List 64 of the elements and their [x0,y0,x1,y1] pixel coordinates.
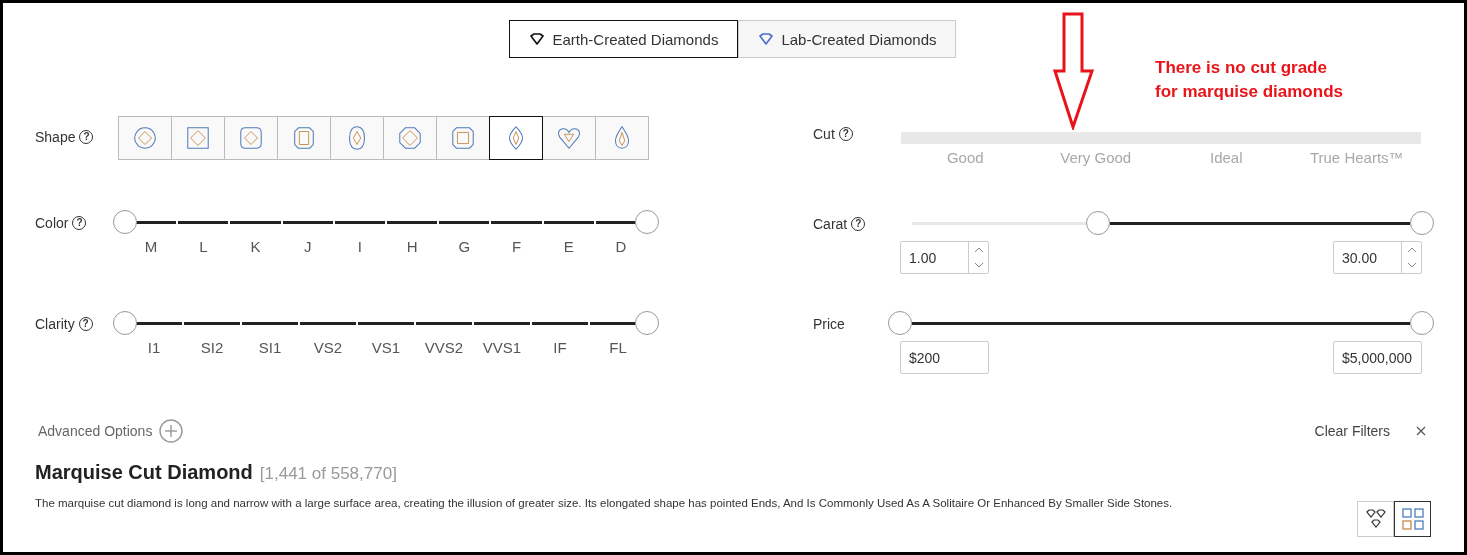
grade-label: SI2 [199,339,225,357]
slider-thumb[interactable] [113,210,137,234]
annotation-text: There is no cut grade for marquise diamonds [1155,57,1343,103]
results-description: The marquise cut diamond is long and narrow with a large surface area, creating the illusion of greater size. Its elongated shape has pointed Ends, And Is Commonly Used As A Solitaire Or Enhanced By Smaller Side Stones. [35,497,1173,509]
grade-label: True Hearts™ [1308,149,1405,167]
advanced-options-link[interactable]: Advanced Options [38,423,153,439]
grade-label: Very Good [1059,149,1133,167]
number-field[interactable]: 1.00 [900,241,989,274]
grade-label: M [143,238,159,256]
source-tab[interactable]: Lab-Created Diamonds [738,20,956,58]
grade-label: VS2 [312,339,344,357]
filter-label: Cut [813,126,835,142]
slider-thumb[interactable] [1086,211,1111,235]
number-field[interactable]: $200 [900,341,989,374]
grade-label: G [457,238,472,256]
slider-thumb[interactable] [635,210,659,234]
grade-label: H [405,238,419,256]
filter-label: Shape [35,129,76,145]
slider-thumb[interactable] [888,311,912,335]
results-count: [1,441 of 558,770] [259,464,397,484]
view-toggle[interactable] [1394,501,1431,537]
number-field[interactable]: 30.00 [1333,241,1422,274]
filter-label: Carat [813,216,848,232]
square-gem-icon [185,125,211,151]
slider-thumb[interactable] [113,311,137,335]
grade-label: IF [552,339,568,357]
octagon-gem-icon [397,125,423,151]
radiant-gem-icon [450,125,476,151]
slider-thumb[interactable] [1410,311,1434,335]
diamond-icon [530,33,545,45]
diamond-icon [759,33,774,45]
grade-label: VVS2 [423,339,465,357]
round-gem-icon [132,125,158,151]
grade-label: K [249,238,262,256]
number-field[interactable]: $5,000,000 [1333,341,1422,374]
emerald-gem-icon [291,125,317,151]
slider-thumb[interactable] [1410,211,1434,235]
plus-icon[interactable] [159,419,184,443]
diamonds-icon [1364,509,1387,529]
grade-label: Ideal [1209,149,1244,167]
clear-filters-link[interactable]: Clear Filters [1314,423,1390,439]
results-title: Marquise Cut Diamond [35,461,253,484]
grade-label: SI1 [257,339,283,357]
grade-label: VS1 [370,339,402,357]
cushion-gem-icon [238,125,264,151]
heart-gem-icon [556,125,582,151]
grade-label: VVS1 [481,339,523,357]
shape-option[interactable] [489,116,543,160]
grade-label: J [302,238,313,256]
filter-label: Price [813,316,845,332]
grade-label: I1 [146,339,162,357]
close-icon[interactable] [1416,426,1426,436]
filter-label: Clarity [35,316,75,332]
grade-label: E [562,238,575,256]
source-tab[interactable]: Earth-Created Diamonds [509,20,739,58]
grade-label: F [510,238,523,256]
filter-label: Color [35,215,69,231]
slider-thumb[interactable] [635,311,659,335]
grade-label: L [198,238,209,256]
grade-label: I [356,238,363,256]
grade-label: FL [608,339,628,357]
grade-label: D [614,238,628,256]
grid-icon [1401,508,1424,530]
grade-label: Good [945,149,985,167]
